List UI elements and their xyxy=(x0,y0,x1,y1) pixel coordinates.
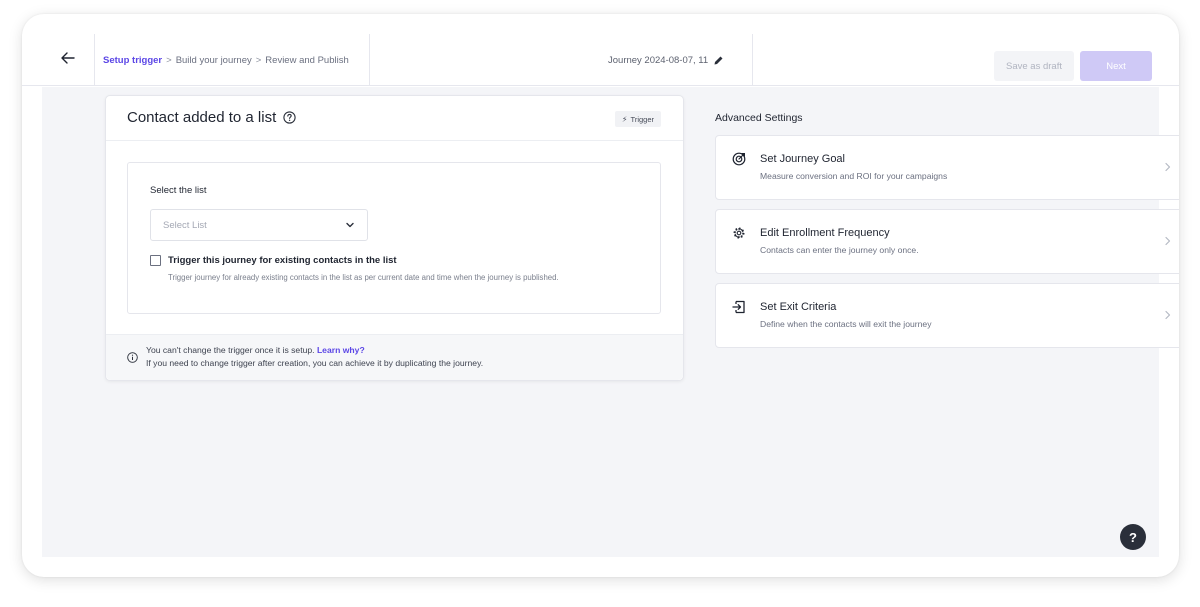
help-circle-icon[interactable] xyxy=(283,111,296,124)
pencil-icon xyxy=(714,56,723,64)
trigger-notice-text: You can't change the trigger once it is … xyxy=(146,344,483,370)
existing-contacts-label[interactable]: Trigger this journey for existing contac… xyxy=(168,255,397,266)
save-as-draft-button[interactable]: Save as draft xyxy=(994,51,1074,81)
target-icon xyxy=(732,152,746,166)
edit-enrollment-frequency-description: Contacts can enter the journey only once… xyxy=(760,245,919,255)
learn-why-link[interactable]: Learn why? xyxy=(317,345,365,355)
help-button[interactable]: ? xyxy=(1120,524,1146,550)
journey-name-text: Journey 2024-08-07, 11 xyxy=(608,54,709,66)
main-content: Contact added to a list ⚡︎ Trigger Selec… xyxy=(42,87,1179,557)
chevron-right-icon xyxy=(1165,162,1171,172)
select-list-placeholder: Select List xyxy=(163,220,207,231)
trigger-badge: ⚡︎ Trigger xyxy=(614,111,661,127)
set-exit-criteria-card[interactable]: Set Exit Criteria Define when the contac… xyxy=(715,283,1179,348)
trigger-title: Contact added to a list xyxy=(127,109,296,126)
gear-icon xyxy=(733,227,745,239)
trigger-badge-label: Trigger xyxy=(630,114,654,124)
advanced-settings-title: Advanced Settings xyxy=(715,112,803,124)
arrow-left-icon xyxy=(61,52,75,64)
set-journey-goal-title: Set Journey Goal xyxy=(760,153,845,165)
info-icon xyxy=(127,352,138,363)
set-exit-criteria-title: Set Exit Criteria xyxy=(760,301,837,313)
trigger-notice-line1: You can't change the trigger once it is … xyxy=(146,345,315,355)
breadcrumb: Setup trigger > Build your journey > Rev… xyxy=(103,34,349,86)
existing-contacts-description: Trigger journey for already existing con… xyxy=(168,273,559,282)
back-button[interactable] xyxy=(56,46,80,70)
trigger-notice: You can't change the trigger once it is … xyxy=(106,334,683,380)
list-selection-panel: Select the list Select List Trigger this… xyxy=(127,162,661,314)
breadcrumb-review-publish[interactable]: Review and Publish xyxy=(265,55,348,66)
divider xyxy=(752,34,753,86)
chevron-down-icon xyxy=(346,222,354,228)
select-list-label: Select the list xyxy=(150,185,207,196)
chevron-right-icon xyxy=(1165,236,1171,246)
trigger-card: Contact added to a list ⚡︎ Trigger Selec… xyxy=(105,95,684,381)
next-button[interactable]: Next xyxy=(1080,51,1152,81)
set-exit-criteria-description: Define when the contacts will exit the j… xyxy=(760,319,932,329)
trigger-title-text: Contact added to a list xyxy=(127,109,277,126)
divider xyxy=(94,34,95,86)
divider xyxy=(369,34,370,86)
breadcrumb-setup-trigger[interactable]: Setup trigger xyxy=(103,55,162,66)
breadcrumb-build-journey[interactable]: Build your journey xyxy=(176,55,252,66)
set-journey-goal-card[interactable]: Set Journey Goal Measure conversion and … xyxy=(715,135,1179,200)
exit-icon xyxy=(732,300,745,314)
trigger-card-header: Contact added to a list ⚡︎ Trigger xyxy=(106,96,683,141)
journey-name[interactable]: Journey 2024-08-07, 11 xyxy=(608,34,724,86)
top-bar: Setup trigger > Build your journey > Rev… xyxy=(22,34,1179,86)
breadcrumb-separator: > xyxy=(255,54,262,66)
lightning-icon: ⚡︎ xyxy=(621,114,628,124)
existing-contacts-checkbox[interactable] xyxy=(150,255,161,266)
trigger-notice-line2: If you need to change trigger after crea… xyxy=(146,358,484,368)
chevron-right-icon xyxy=(1165,310,1171,320)
edit-enrollment-frequency-title: Edit Enrollment Frequency xyxy=(760,227,890,239)
app-window: Setup trigger > Build your journey > Rev… xyxy=(22,14,1179,577)
edit-enrollment-frequency-card[interactable]: Edit Enrollment Frequency Contacts can e… xyxy=(715,209,1179,274)
select-list-dropdown[interactable]: Select List xyxy=(150,209,368,241)
set-journey-goal-description: Measure conversion and ROI for your camp… xyxy=(760,171,948,181)
breadcrumb-separator: > xyxy=(166,54,172,66)
